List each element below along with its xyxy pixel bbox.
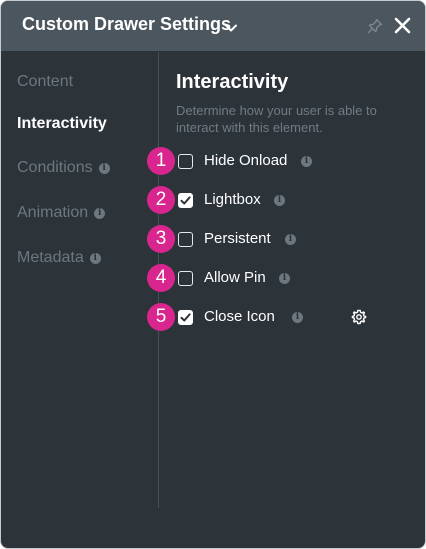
step-badge: 5 bbox=[147, 303, 175, 331]
step-badge: 1 bbox=[147, 147, 175, 175]
sidebar-item-animation[interactable]: Animation i bbox=[17, 204, 106, 222]
option-close-icon: 5 Close Icon i bbox=[147, 303, 407, 333]
close-icon[interactable] bbox=[394, 17, 411, 39]
step-badge: 4 bbox=[147, 264, 175, 292]
sidebar-item-content[interactable]: Content bbox=[17, 73, 73, 91]
option-lightbox: 2 Lightbox i bbox=[147, 186, 407, 216]
option-persistent: 3 Persistent i bbox=[147, 225, 407, 255]
close-icon-checkbox[interactable] bbox=[178, 310, 193, 325]
check-icon bbox=[180, 196, 191, 205]
option-label[interactable]: Lightbox bbox=[204, 191, 261, 208]
persistent-checkbox[interactable] bbox=[178, 232, 193, 247]
sidebar-item-label: Animation bbox=[17, 204, 89, 221]
info-icon[interactable]: i bbox=[301, 156, 312, 167]
section-title: Interactivity bbox=[176, 71, 289, 93]
info-icon[interactable]: i bbox=[89, 253, 101, 264]
option-label[interactable]: Close Icon bbox=[204, 308, 275, 325]
step-badge: 2 bbox=[147, 186, 175, 214]
info-icon[interactable]: i bbox=[279, 273, 290, 284]
panel-title[interactable]: Custom Drawer Settings bbox=[22, 14, 231, 35]
lightbox-checkbox[interactable] bbox=[178, 193, 193, 208]
sidebar-item-label: Content bbox=[17, 73, 74, 90]
sidebar-item-label: Metadata bbox=[17, 249, 84, 266]
allow-pin-checkbox[interactable] bbox=[178, 271, 193, 286]
option-hide-onload: 1 Hide Onload i bbox=[147, 147, 407, 177]
panel-header: Custom Drawer Settings bbox=[1, 1, 425, 51]
check-icon bbox=[180, 313, 191, 322]
info-icon[interactable]: i bbox=[98, 163, 110, 174]
option-label[interactable]: Hide Onload bbox=[204, 152, 287, 169]
sidebar-item-interactivity[interactable]: Interactivity bbox=[17, 115, 107, 133]
sidebar-item-conditions[interactable]: Conditions i bbox=[17, 159, 110, 177]
info-icon[interactable]: i bbox=[274, 195, 285, 206]
custom-drawer-settings-panel: Custom Drawer Settings Content Interacti… bbox=[0, 0, 426, 549]
sidebar-item-label: Conditions bbox=[17, 159, 93, 176]
sidebar-item-metadata[interactable]: Metadata i bbox=[17, 249, 101, 267]
chevron-down-icon[interactable] bbox=[225, 19, 237, 37]
option-allow-pin: 4 Allow Pin i bbox=[147, 264, 407, 294]
option-label[interactable]: Allow Pin bbox=[204, 269, 266, 286]
hide-onload-checkbox[interactable] bbox=[178, 154, 193, 169]
sidebar-item-label: Interactivity bbox=[17, 115, 107, 132]
info-icon[interactable]: i bbox=[292, 312, 303, 323]
info-icon[interactable]: i bbox=[285, 234, 296, 245]
option-label[interactable]: Persistent bbox=[204, 230, 271, 247]
section-description: Determine how your user is able to inter… bbox=[176, 103, 377, 135]
gear-icon[interactable] bbox=[351, 309, 367, 330]
pin-icon[interactable] bbox=[367, 18, 383, 39]
step-badge: 3 bbox=[147, 225, 175, 253]
info-icon[interactable]: i bbox=[94, 208, 106, 219]
